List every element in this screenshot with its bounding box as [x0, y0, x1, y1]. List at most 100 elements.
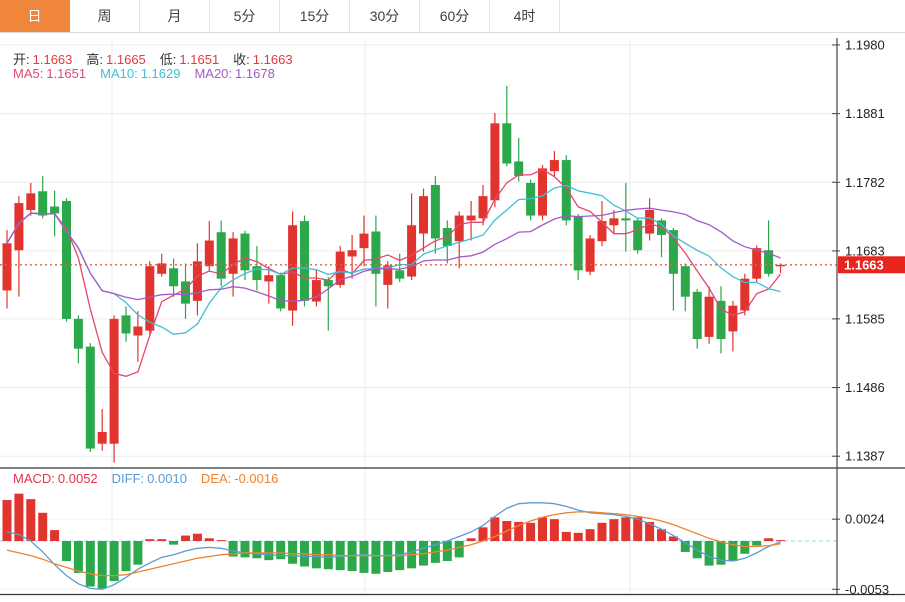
macd-bar [621, 517, 630, 541]
macd-bar [360, 541, 369, 573]
macd-bar [598, 523, 607, 541]
candle [371, 232, 380, 274]
macd-bar [383, 541, 392, 572]
candle [633, 220, 642, 250]
candle [86, 347, 95, 449]
macd-bar [241, 541, 250, 557]
candle [360, 234, 369, 249]
current-price-badge-value: 1.1663 [844, 257, 884, 272]
price-axis-label: 1.1782 [845, 175, 885, 190]
candle [74, 319, 83, 349]
macd-bar [550, 519, 559, 541]
price-axis-label: 1.1387 [845, 449, 885, 464]
candle [205, 241, 214, 267]
candle [574, 216, 583, 270]
macd-bar [86, 541, 95, 587]
tab-day[interactable]: 日 [0, 0, 70, 32]
candle [264, 275, 273, 281]
macd-bar [562, 532, 571, 541]
macd-bar [538, 517, 547, 541]
candle [717, 301, 726, 339]
candle [669, 230, 678, 274]
candle [133, 327, 142, 336]
price-axis-label: 1.1980 [845, 37, 885, 52]
macd-bar [205, 538, 214, 541]
candle [98, 432, 107, 444]
tab-30min[interactable]: 30分 [350, 0, 420, 32]
candle [740, 279, 749, 311]
macd-bar [276, 541, 285, 559]
macd-bar [157, 539, 166, 541]
macd-bar [26, 499, 35, 541]
macd-bar [740, 541, 749, 554]
candle [467, 216, 476, 221]
candle [538, 168, 547, 215]
tab-15min[interactable]: 15分 [280, 0, 350, 32]
candle [38, 191, 47, 215]
macd-bar [288, 541, 297, 564]
candle [3, 243, 12, 290]
candle [26, 193, 35, 210]
candle [550, 160, 559, 171]
candle [193, 261, 202, 301]
ma5-line [7, 169, 781, 376]
candle [431, 185, 440, 238]
candle [514, 161, 523, 176]
macd-bar [252, 541, 261, 558]
macd-axis-label: 0.0024 [845, 512, 885, 527]
macd-axis-label: -0.0053 [845, 582, 889, 597]
macd-bar [764, 538, 773, 541]
macd-bar [3, 500, 12, 541]
price-axis-label: 1.1486 [845, 380, 885, 395]
candle [645, 210, 654, 234]
price-axis-label: 1.1585 [845, 311, 885, 326]
candle [14, 203, 23, 250]
candle [300, 221, 309, 301]
candle [395, 270, 404, 278]
macd-bar [145, 539, 154, 541]
macd-bar [455, 541, 464, 557]
tab-month[interactable]: 月 [140, 0, 210, 32]
macd-bar [609, 519, 618, 541]
macd-bar [38, 513, 47, 541]
tab-5min[interactable]: 5分 [210, 0, 280, 32]
candle [490, 123, 499, 200]
candle [681, 266, 690, 297]
candle [348, 250, 357, 256]
macd-bar [169, 541, 178, 545]
macd-bar [122, 541, 131, 571]
macd-bar [586, 529, 595, 541]
candle [621, 218, 630, 220]
candle [324, 280, 333, 286]
macd-bar [264, 541, 273, 560]
candle [419, 196, 428, 233]
candle [122, 315, 131, 333]
candle [502, 123, 511, 163]
macd-bar [98, 541, 107, 588]
candle [276, 275, 285, 308]
ma10-line [7, 185, 781, 334]
candle [407, 225, 416, 276]
macd-bar [467, 538, 476, 541]
candle [586, 238, 595, 271]
tab-60min[interactable]: 60分 [420, 0, 490, 32]
macd-bar [181, 536, 190, 541]
candle [728, 306, 737, 332]
macd-bar [133, 541, 142, 565]
macd-bar [62, 541, 71, 561]
kline-chart-canvas[interactable]: 1.19801.18811.17821.16831.15851.14861.13… [0, 0, 905, 602]
macd-bar [776, 540, 785, 541]
candle [229, 238, 238, 273]
tab-4hour[interactable]: 4时 [490, 0, 560, 32]
macd-bar [574, 533, 583, 541]
tab-week[interactable]: 周 [70, 0, 140, 32]
macd-bar [74, 541, 83, 573]
interval-tabbar: 日周月5分15分30分60分4时 [0, 0, 905, 33]
price-axis-label: 1.1683 [845, 243, 885, 258]
macd-bar [50, 530, 59, 541]
candle [705, 297, 714, 337]
macd-bar [705, 541, 714, 566]
macd-bar [752, 541, 761, 546]
macd-bar [717, 541, 726, 565]
candle [110, 319, 119, 444]
